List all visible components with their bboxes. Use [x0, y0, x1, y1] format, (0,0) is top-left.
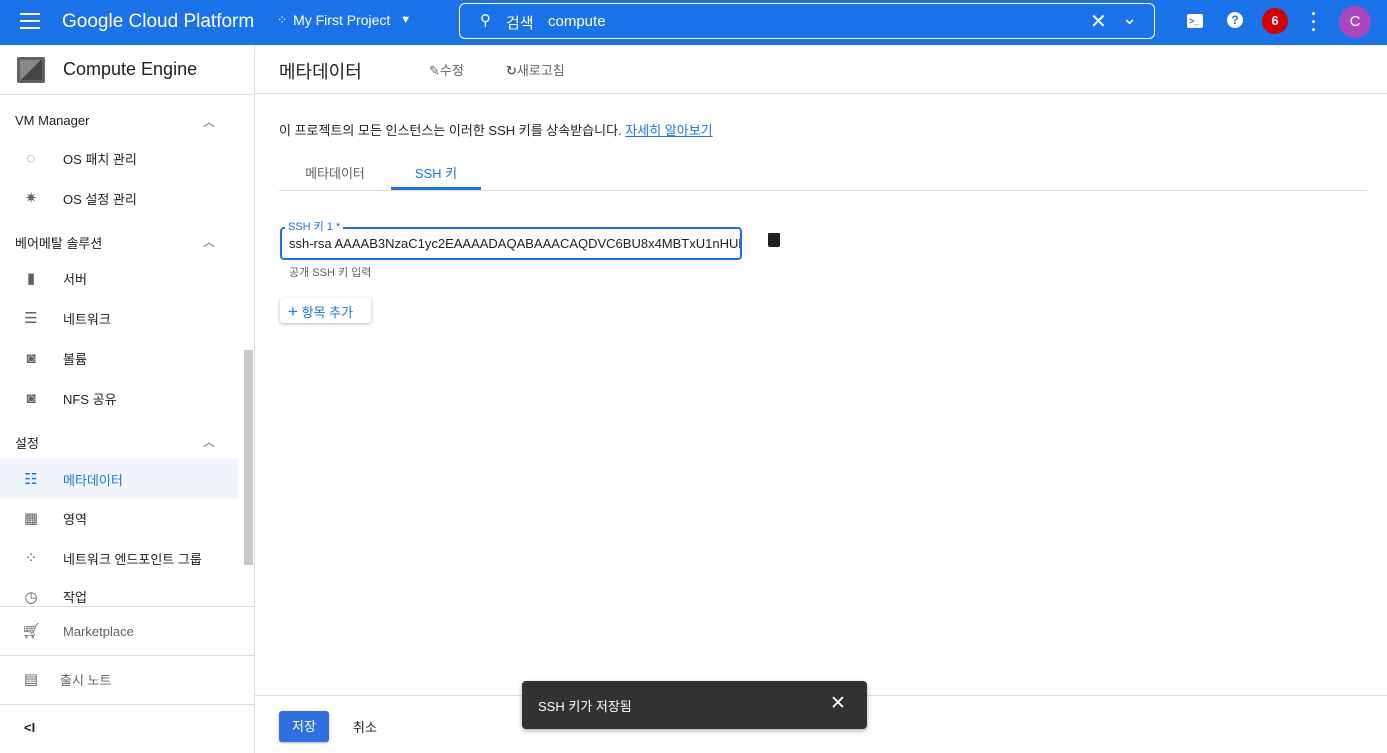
- sidebar-marketplace[interactable]: 🛒︎ Marketplace: [0, 611, 238, 651]
- main-content: 메타데이터 ✎수정 ↻새로고침 이 프로젝트의 모든 인스턴스는 이러한 SSH…: [255, 45, 1387, 753]
- sidebar-item-os-patch[interactable]: ◌ OS 패치 관리: [0, 138, 238, 178]
- snackbar-message: SSH 키가 저장됨: [538, 699, 632, 714]
- volume-icon: ◙: [26, 349, 36, 367]
- compute-engine-icon: [17, 57, 45, 83]
- sidebar: Compute Engine VM Manager ︿ ◌ OS 패치 관리 ✷ OS…: [0, 45, 255, 753]
- close-icon[interactable]: ✕: [830, 692, 846, 715]
- server-icon: ▮: [26, 270, 36, 287]
- clock-icon: ◷: [24, 589, 38, 606]
- search-icon: ⚲: [480, 12, 491, 29]
- add-item-button[interactable]: + 항목 추가: [280, 298, 371, 323]
- product-title: Compute Engine: [63, 59, 198, 79]
- search-label: 검색: [506, 15, 534, 32]
- patch-icon: ◌: [26, 149, 36, 167]
- chevron-down-icon[interactable]: ⌄: [1122, 8, 1137, 29]
- page-title: 메타데이터: [279, 62, 362, 82]
- sidebar-item-endpoint-groups[interactable]: ⁘ 네트워크 엔드포인트 그룹: [0, 538, 238, 578]
- ssh-key-label: SSH 키 1 *: [285, 218, 344, 234]
- sidebar-item-network[interactable]: ☰ 네트워크: [0, 298, 238, 338]
- chevron-up-icon[interactable]: ︿: [203, 433, 215, 450]
- pencil-icon: ✎: [429, 63, 440, 78]
- metadata-icon: ☷: [24, 471, 38, 488]
- group-vm-manager[interactable]: VM Manager: [15, 113, 89, 128]
- release-notes-icon: ▤: [23, 671, 39, 688]
- sidebar-item-operations[interactable]: ◷ 작업: [0, 578, 238, 606]
- zones-icon: ▦: [23, 510, 39, 527]
- snackbar: SSH 키가 저장됨 ✕: [522, 681, 867, 729]
- cloud-shell-icon[interactable]: >_: [1187, 14, 1203, 28]
- search-input[interactable]: compute: [548, 13, 606, 30]
- nfs-icon: ◙: [26, 389, 36, 407]
- ssh-key-input[interactable]: ssh-rsa AAAAB3NzaC1yc2EAAAADAQABAAACAQDV…: [280, 227, 742, 260]
- search-box[interactable]: ⚲ 검색 compute ✕ ⌄: [459, 3, 1155, 39]
- learn-more-link[interactable]: 자세히 알아보기: [625, 123, 712, 138]
- cart-icon: 🛒︎: [21, 623, 41, 640]
- sidebar-item-zones[interactable]: ▦ 영역: [0, 498, 238, 538]
- avatar[interactable]: C: [1339, 6, 1371, 38]
- clear-icon[interactable]: ✕: [1090, 9, 1107, 34]
- config-icon: ✷: [24, 190, 38, 207]
- tab-metadata[interactable]: 메타데이터: [279, 163, 391, 182]
- delete-icon[interactable]: [768, 233, 780, 247]
- group-settings[interactable]: 설정: [15, 433, 39, 452]
- refresh-icon: ↻: [506, 63, 517, 78]
- sidebar-item-server[interactable]: ▮ 서버: [0, 258, 238, 298]
- more-icon[interactable]: · · ·: [1311, 5, 1317, 39]
- endpoint-group-icon: ⁘: [24, 550, 38, 567]
- chevron-up-icon[interactable]: ︿: [203, 233, 215, 250]
- ssh-key-helper: 공개 SSH 키 입력: [289, 267, 372, 279]
- sidebar-item-os-config[interactable]: ✷ OS 설정 관리: [0, 178, 238, 218]
- project-icon: ⁘: [277, 13, 288, 27]
- tabs: 메타데이터 SSH 키: [279, 156, 1367, 191]
- top-bar: Google Cloud Platform ⁘ My First Project…: [0, 0, 1387, 45]
- edit-button[interactable]: ✎수정: [429, 60, 464, 79]
- chevron-up-icon[interactable]: ︿: [203, 113, 215, 130]
- scrollbar-thumb[interactable]: [244, 350, 253, 565]
- plus-icon: +: [288, 302, 298, 321]
- app-title[interactable]: Google Cloud Platform: [62, 11, 254, 33]
- caret-down-icon: ▼: [400, 14, 412, 26]
- project-selector[interactable]: ⁘ My First Project ▼: [277, 12, 411, 28]
- collapse-sidebar-button[interactable]: <I: [24, 720, 35, 735]
- help-icon[interactable]: ?: [1227, 12, 1243, 28]
- notifications-badge[interactable]: 6: [1262, 8, 1288, 34]
- network-icon: ☰: [24, 310, 38, 327]
- sidebar-item-metadata[interactable]: ☷ 메타데이터: [0, 459, 238, 499]
- tab-ssh-keys[interactable]: SSH 키: [391, 156, 481, 190]
- menu-icon[interactable]: [20, 13, 40, 31]
- cancel-button[interactable]: 취소: [353, 717, 377, 736]
- group-bare-metal[interactable]: 베어메탈 솔루션: [15, 233, 102, 252]
- project-name: My First Project: [293, 12, 391, 28]
- refresh-button[interactable]: ↻새로고침: [506, 60, 565, 79]
- sidebar-item-volume[interactable]: ◙ 볼륨: [0, 338, 238, 378]
- save-button[interactable]: 저장: [279, 711, 329, 742]
- intro-text: 이 프로젝트의 모든 인스턴스는 이러한 SSH 키를 상속받습니다. 자세히 …: [279, 123, 713, 138]
- sidebar-item-nfs[interactable]: ◙ NFS 공유: [0, 378, 238, 418]
- sidebar-release-notes[interactable]: ▤ 출시 노트: [0, 659, 238, 699]
